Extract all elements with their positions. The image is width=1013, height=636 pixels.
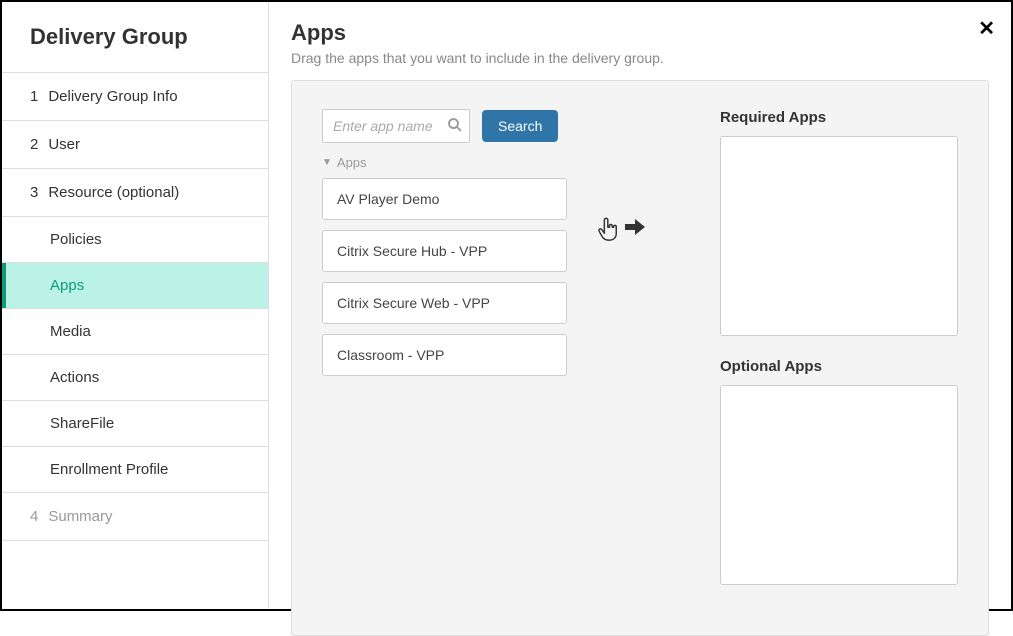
step-label: Delivery Group Info bbox=[48, 88, 177, 105]
substep-label: Apps bbox=[50, 277, 84, 294]
step-label: User bbox=[48, 136, 80, 153]
sidebar-item-media[interactable]: Media bbox=[2, 309, 268, 355]
sidebar-item-sharefile[interactable]: ShareFile bbox=[2, 401, 268, 447]
substep-label: ShareFile bbox=[50, 415, 114, 432]
search-row: Search bbox=[322, 109, 567, 143]
hand-pointer-icon bbox=[597, 217, 619, 248]
app-card[interactable]: Citrix Secure Web - VPP bbox=[322, 282, 567, 324]
step-num: 4 bbox=[30, 508, 38, 525]
required-apps-label: Required Apps bbox=[720, 109, 958, 126]
substep-label: Media bbox=[50, 323, 91, 340]
nav-step-4[interactable]: 4 Summary bbox=[2, 493, 268, 541]
page-description: Drag the apps that you want to include i… bbox=[291, 50, 989, 66]
apps-source-column: Search ▼ Apps AV Player Demo Citrix Secu… bbox=[322, 109, 567, 607]
substep-label: Enrollment Profile bbox=[50, 461, 168, 478]
sidebar-item-policies[interactable]: Policies bbox=[2, 217, 268, 263]
apps-list-header[interactable]: ▼ Apps bbox=[322, 155, 567, 170]
search-button[interactable]: Search bbox=[482, 110, 558, 142]
sidebar-item-actions[interactable]: Actions bbox=[2, 355, 268, 401]
main: ✕ Apps Drag the apps that you want to in… bbox=[269, 2, 1011, 609]
page-title: Apps bbox=[291, 20, 989, 46]
drag-indicator bbox=[597, 109, 647, 607]
sidebar: Delivery Group 1 Delivery Group Info 2 U… bbox=[2, 2, 269, 609]
step-label: Summary bbox=[48, 508, 112, 525]
nav-step-3[interactable]: 3 Resource (optional) bbox=[2, 169, 268, 217]
step-num: 1 bbox=[30, 88, 38, 105]
search-icon bbox=[446, 116, 464, 134]
nav-step-1[interactable]: 1 Delivery Group Info bbox=[2, 73, 268, 121]
substep-label: Policies bbox=[50, 231, 102, 248]
required-apps-dropzone[interactable] bbox=[720, 136, 958, 336]
step-num: 2 bbox=[30, 136, 38, 153]
step-num: 3 bbox=[30, 184, 38, 201]
app-card[interactable]: Citrix Secure Hub - VPP bbox=[322, 230, 567, 272]
optional-apps-label: Optional Apps bbox=[720, 358, 958, 375]
sidebar-title: Delivery Group bbox=[2, 2, 268, 73]
optional-apps-dropzone[interactable] bbox=[720, 385, 958, 585]
sidebar-item-enrollment-profile[interactable]: Enrollment Profile bbox=[2, 447, 268, 493]
apps-header-label: Apps bbox=[337, 155, 367, 170]
apps-panel: Search ▼ Apps AV Player Demo Citrix Secu… bbox=[291, 80, 989, 636]
drop-targets-column: Required Apps Optional Apps bbox=[720, 109, 958, 607]
arrow-right-icon bbox=[623, 217, 647, 242]
substep-label: Actions bbox=[50, 369, 99, 386]
nav-step-2[interactable]: 2 User bbox=[2, 121, 268, 169]
app-card[interactable]: AV Player Demo bbox=[322, 178, 567, 220]
step-label: Resource (optional) bbox=[48, 184, 179, 201]
sidebar-item-apps[interactable]: Apps bbox=[2, 263, 268, 309]
app-card[interactable]: Classroom - VPP bbox=[322, 334, 567, 376]
chevron-down-icon: ▼ bbox=[322, 157, 332, 168]
close-icon[interactable]: ✕ bbox=[978, 16, 995, 41]
